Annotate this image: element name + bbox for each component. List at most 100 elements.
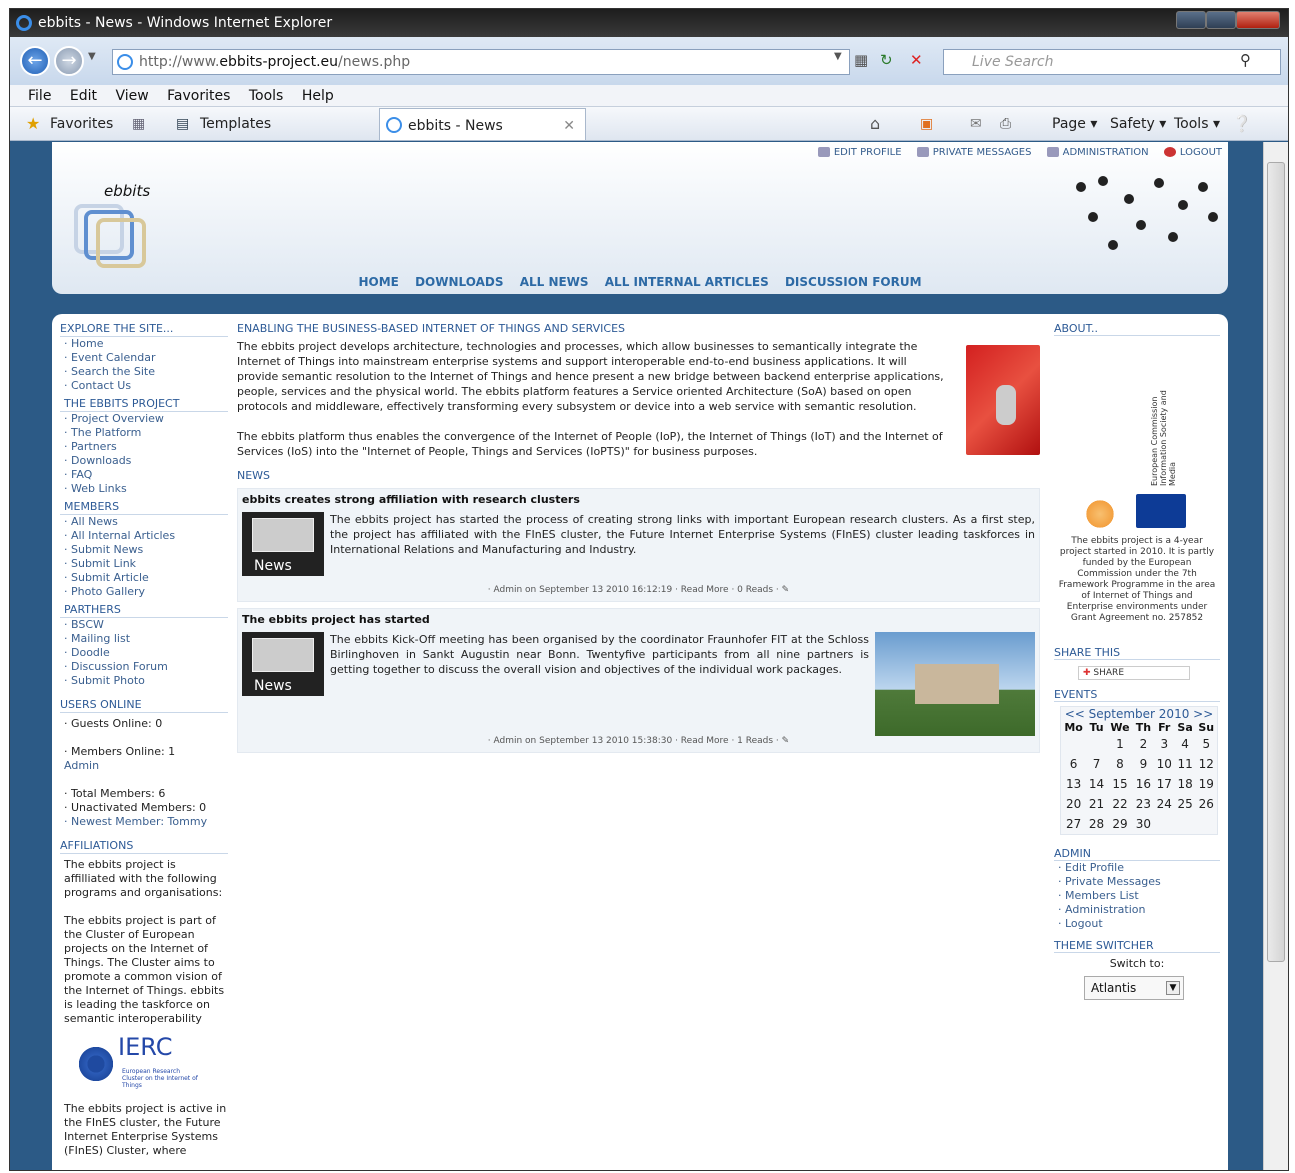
home-icon[interactable]: ⌂ bbox=[870, 107, 880, 141]
edit-profile-link[interactable]: EDIT PROFILE bbox=[817, 147, 902, 158]
link-home-label: Home bbox=[71, 337, 104, 350]
administration-link[interactable]: ADMINISTRATION bbox=[1046, 147, 1149, 158]
link-partners[interactable]: · Partners bbox=[60, 440, 228, 454]
logout-link[interactable]: LOGOUT bbox=[1163, 147, 1222, 158]
menu-favorites[interactable]: Favorites bbox=[167, 88, 230, 104]
stop-icon[interactable]: ✕ bbox=[910, 51, 923, 69]
link-submit-article[interactable]: · Submit Article bbox=[60, 571, 228, 585]
history-dropdown-icon[interactable]: ▼ bbox=[88, 51, 96, 62]
nav-home[interactable]: HOME bbox=[358, 275, 398, 289]
maximize-button[interactable] bbox=[1206, 11, 1236, 29]
link-doodle[interactable]: · Doodle bbox=[60, 646, 228, 660]
day-header: Th bbox=[1135, 721, 1152, 734]
private-messages-link[interactable]: PRIVATE MESSAGES bbox=[916, 147, 1031, 158]
menu-tools[interactable]: Tools bbox=[249, 88, 284, 104]
link-submit-news[interactable]: · Submit News bbox=[60, 543, 228, 557]
child-photo bbox=[966, 345, 1040, 455]
tab-close-icon[interactable]: ✕ bbox=[563, 109, 575, 143]
address-dropdown-icon[interactable]: ▼ bbox=[834, 51, 842, 62]
news-title-link[interactable]: ebbits creates strong affiliation with r… bbox=[242, 493, 1035, 506]
newest-member-link[interactable]: · Newest Member: Tommy bbox=[60, 815, 228, 829]
page-menu[interactable]: Page ▾ bbox=[1052, 107, 1097, 141]
link-faq[interactable]: · FAQ bbox=[60, 468, 228, 482]
share-button[interactable]: ✚ SHARE bbox=[1078, 666, 1190, 680]
mail-icon[interactable]: ✉ bbox=[970, 107, 982, 141]
menu-file[interactable]: File bbox=[28, 88, 51, 104]
link-event-calendar[interactable]: · Event Calendar bbox=[60, 351, 228, 365]
forward-button[interactable]: → bbox=[54, 46, 84, 76]
refresh-icon[interactable]: ↻ bbox=[880, 51, 893, 69]
tab-ebbits-news[interactable]: ebbits - News ✕ bbox=[379, 108, 586, 140]
link-photo-gallery[interactable]: · Photo Gallery bbox=[60, 585, 228, 599]
compat-view-icon[interactable]: ▦ bbox=[854, 51, 868, 69]
admin-edit-profile[interactable]: · Edit Profile bbox=[1054, 861, 1220, 875]
calendar-day: 11 bbox=[1177, 757, 1193, 771]
favorites-star-icon[interactable]: ★ bbox=[26, 107, 40, 141]
link-all-news-label: All News bbox=[71, 515, 118, 528]
link-project-overview[interactable]: · Project Overview bbox=[60, 412, 228, 426]
link-the-platform[interactable]: · The Platform bbox=[60, 426, 228, 440]
link-web-links[interactable]: · Web Links bbox=[60, 482, 228, 496]
theme-select[interactable]: Atlantis ▼ bbox=[1084, 976, 1184, 1000]
calendar-day: 10 bbox=[1156, 757, 1172, 771]
minimize-button[interactable] bbox=[1176, 11, 1206, 29]
quick-tabs-icon[interactable]: ▦ bbox=[132, 107, 145, 141]
link-discussion-forum[interactable]: · Discussion Forum bbox=[60, 660, 228, 674]
ierc-logo[interactable]: IERC European Research Cluster on the In… bbox=[60, 1034, 228, 1100]
calendar-day: 6 bbox=[1069, 757, 1078, 771]
nav-discussion-forum[interactable]: DISCUSSION FORUM bbox=[785, 275, 922, 289]
calendar-nav[interactable]: << September 2010 >> bbox=[1061, 707, 1217, 721]
link-downloads[interactable]: · Downloads bbox=[60, 454, 228, 468]
link-contact-us[interactable]: · Contact Us bbox=[60, 379, 228, 393]
menu-view[interactable]: View bbox=[115, 88, 148, 104]
ebbits-logo[interactable]: ebbits bbox=[68, 182, 158, 272]
feeds-icon[interactable]: ▣ bbox=[920, 107, 933, 141]
search-input[interactable]: Live Search bbox=[943, 49, 1281, 75]
address-bar[interactable]: http://www.ebbits-project.eu/news.php bbox=[112, 49, 850, 75]
admin-members-list[interactable]: · Members List bbox=[1054, 889, 1220, 903]
link-all-news[interactable]: · All News bbox=[60, 515, 228, 529]
ierc-text: IERC bbox=[118, 1033, 173, 1061]
admin-administration[interactable]: · Administration bbox=[1054, 903, 1220, 917]
total-members: · Total Members: 6 bbox=[64, 787, 166, 800]
safety-menu[interactable]: Safety ▾ bbox=[1110, 107, 1166, 141]
section-theme: THEME SWITCHER bbox=[1054, 939, 1220, 953]
link-submit-photo[interactable]: · Submit Photo bbox=[60, 674, 228, 688]
nav-all-internal-articles[interactable]: ALL INTERNAL ARTICLES bbox=[605, 275, 769, 289]
calendar-day: 14 bbox=[1088, 777, 1105, 791]
title-bar: ebbits - News - Windows Internet Explore… bbox=[10, 9, 1288, 37]
link-bscw[interactable]: · BSCW bbox=[60, 618, 228, 632]
link-mailing-list[interactable]: · Mailing list bbox=[60, 632, 228, 646]
vertical-scrollbar[interactable] bbox=[1263, 142, 1288, 1170]
news-title-link[interactable]: The ebbits project has started bbox=[242, 613, 1035, 626]
calendar-day: 3 bbox=[1160, 737, 1169, 751]
close-window-button[interactable] bbox=[1236, 11, 1280, 29]
link-search-site[interactable]: · Search the Site bbox=[60, 365, 228, 379]
section-events: EVENTS bbox=[1054, 688, 1220, 702]
calendar-day: 7 bbox=[1092, 757, 1101, 771]
favorites-button[interactable]: Favorites bbox=[50, 107, 113, 141]
admin-private-messages[interactable]: · Private Messages bbox=[1054, 875, 1220, 889]
link-home[interactable]: · Home bbox=[60, 337, 228, 351]
link-faq-label: FAQ bbox=[71, 468, 93, 481]
templates-link[interactable]: Templates bbox=[200, 107, 271, 141]
scrollbar-thumb[interactable] bbox=[1267, 162, 1285, 962]
search-icon[interactable]: ⚲ bbox=[1240, 51, 1251, 69]
link-discussion-forum-label: Discussion Forum bbox=[71, 660, 168, 673]
menu-help[interactable]: Help bbox=[302, 88, 334, 104]
calendar-day: 15 bbox=[1112, 777, 1128, 791]
switch-to-label: Switch to: bbox=[1109, 957, 1165, 970]
online-admin-link[interactable]: Admin bbox=[60, 759, 228, 773]
link-downloads-label: Downloads bbox=[71, 454, 132, 467]
link-submit-link[interactable]: · Submit Link bbox=[60, 557, 228, 571]
section-members: MEMBERS bbox=[60, 500, 228, 515]
nav-downloads[interactable]: DOWNLOADS bbox=[415, 275, 503, 289]
admin-logout[interactable]: · Logout bbox=[1054, 917, 1220, 931]
link-all-internal-articles[interactable]: · All Internal Articles bbox=[60, 529, 228, 543]
help-icon[interactable]: ❔ bbox=[1232, 107, 1252, 141]
tools-menu[interactable]: Tools ▾ bbox=[1174, 107, 1220, 141]
back-button[interactable]: ← bbox=[20, 46, 50, 76]
menu-edit[interactable]: Edit bbox=[70, 88, 97, 104]
print-icon[interactable]: ⎙ bbox=[1000, 107, 1011, 141]
nav-all-news[interactable]: ALL NEWS bbox=[520, 275, 589, 289]
